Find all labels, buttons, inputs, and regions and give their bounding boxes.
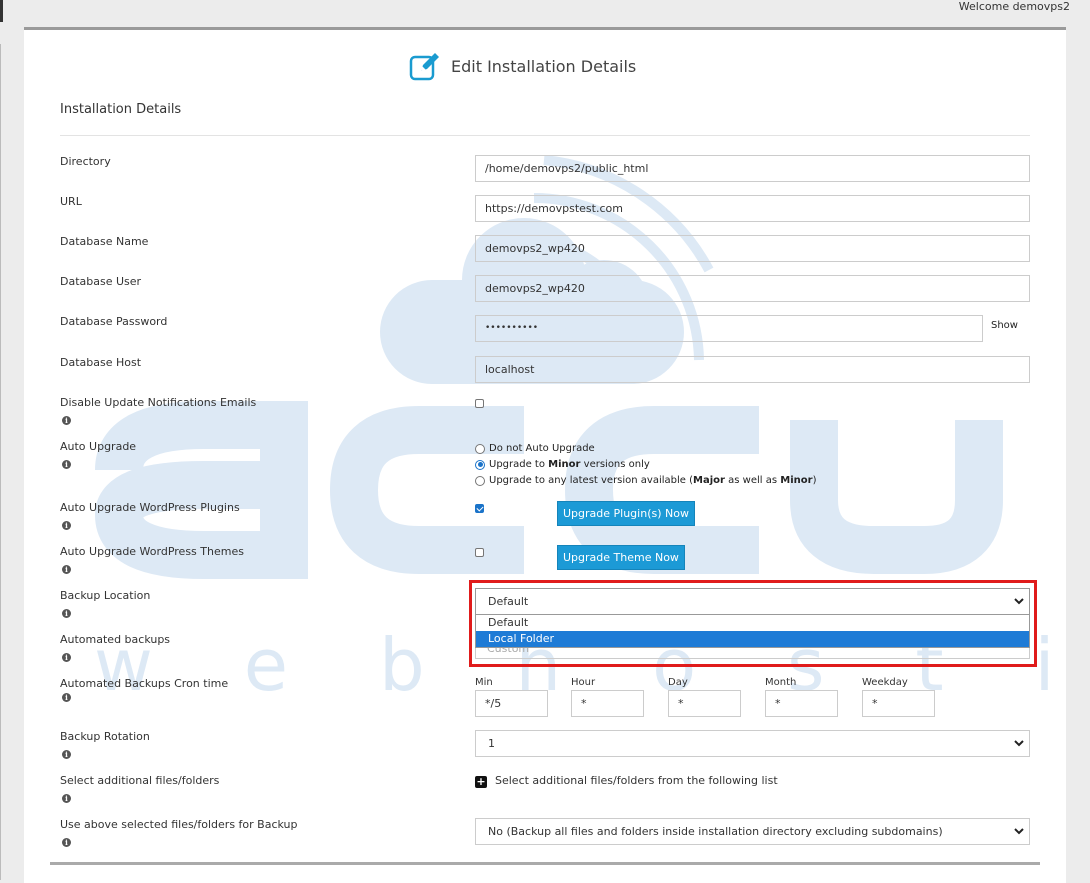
chevron-down-icon <box>1014 740 1024 747</box>
plus-square-icon[interactable]: + <box>475 776 487 788</box>
auto-upgrade-major-post: ) <box>812 475 817 486</box>
edit-installation-panel: w e b h o s t i n g Edit Installation De… <box>24 27 1066 883</box>
auto-upgrade-major-bold: Major <box>693 475 725 486</box>
welcome-text: Welcome demovps2 <box>958 0 1070 13</box>
section-divider <box>60 135 1030 136</box>
radio-button[interactable] <box>475 443 485 454</box>
cron-month-input[interactable]: * <box>765 690 838 717</box>
cron-label: Automated Backups Cron time <box>60 677 229 690</box>
backup-rotation-label: Backup Rotation <box>60 730 150 743</box>
auto-upgrade-minor-pre: Upgrade to <box>489 459 549 470</box>
auto-upgrade-option-none-label: Do not Auto Upgrade <box>489 443 595 454</box>
backup-rotation-select[interactable]: 1 <box>475 730 1030 757</box>
edit-icon <box>409 53 439 81</box>
cron-hour-input[interactable]: * <box>571 690 644 717</box>
auto-upgrade-themes-checkbox[interactable] <box>475 548 484 557</box>
db-host-label: Database Host <box>60 356 142 369</box>
use-selected-label: Use above selected files/folders for Bac… <box>60 818 298 831</box>
cron-day-input[interactable]: * <box>668 690 741 717</box>
auto-upgrade-plugins-checkbox[interactable] <box>475 504 484 513</box>
auto-upgrade-minor-bold-2: Minor <box>780 475 813 486</box>
db-user-input[interactable]: demovps2_wp420 <box>475 275 1030 302</box>
info-icon: i <box>62 693 71 702</box>
directory-label: Directory <box>60 155 111 168</box>
url-label: URL <box>60 195 82 208</box>
disable-notifications-checkbox[interactable] <box>475 399 484 408</box>
auto-upgrade-themes-label: Auto Upgrade WordPress Themes <box>60 545 244 558</box>
db-password-input[interactable]: •••••••••• <box>475 315 983 342</box>
backup-rotation-value: 1 <box>488 737 495 750</box>
auto-upgrade-option-minor[interactable]: Upgrade to Minor versions only <box>475 459 650 470</box>
db-password-label: Database Password <box>60 315 168 328</box>
url-input[interactable]: https://demovpstest.com <box>475 195 1030 222</box>
left-edge-bar <box>0 0 3 22</box>
info-icon: i <box>62 609 71 618</box>
section-title: Installation Details <box>60 102 182 117</box>
db-name-input[interactable]: demovps2_wp420 <box>475 235 1030 262</box>
info-icon: i <box>62 416 71 425</box>
additional-files-link[interactable]: Select additional files/folders from the… <box>495 774 778 787</box>
auto-upgrade-option-major[interactable]: Upgrade to any latest version available … <box>475 475 816 486</box>
auto-upgrade-option-none[interactable]: Do not Auto Upgrade <box>475 443 595 454</box>
disable-notifications-label: Disable Update Notifications Emails <box>60 396 257 409</box>
radio-button[interactable] <box>475 475 485 486</box>
cron-min-input[interactable]: */5 <box>475 690 548 717</box>
db-user-label: Database User <box>60 275 142 288</box>
info-icon: i <box>62 794 71 803</box>
auto-upgrade-major-mid: as well as <box>724 475 781 486</box>
use-selected-select[interactable]: No (Backup all files and folders inside … <box>475 818 1030 845</box>
page-title: Edit Installation Details <box>451 56 637 76</box>
auto-upgrade-minor-bold: Minor <box>548 459 581 470</box>
show-password-link[interactable]: Show <box>991 320 1018 331</box>
info-icon: i <box>62 565 71 574</box>
db-host-input[interactable]: localhost <box>475 356 1030 383</box>
bottom-divider <box>50 862 1040 865</box>
upgrade-plugins-button[interactable]: Upgrade Plugin(s) Now <box>557 501 695 526</box>
page-header: Edit Installation Details <box>409 50 636 82</box>
radio-button-selected[interactable] <box>475 459 485 470</box>
cron-weekday-input[interactable]: * <box>862 690 935 717</box>
info-icon: i <box>62 460 71 469</box>
directory-input[interactable]: /home/demovps2/public_html <box>475 155 1030 182</box>
info-icon: i <box>62 750 71 759</box>
auto-upgrade-minor-post: versions only <box>580 459 650 470</box>
cron-weekday-label: Weekday <box>862 677 908 688</box>
auto-upgrade-plugins-label: Auto Upgrade WordPress Plugins <box>60 501 240 514</box>
auto-upgrade-label: Auto Upgrade <box>60 440 137 453</box>
info-icon: i <box>62 653 71 662</box>
auto-upgrade-major-pre: Upgrade to any latest version available … <box>489 475 694 486</box>
highlight-box <box>469 580 1037 667</box>
db-name-label: Database Name <box>60 235 149 248</box>
cron-day-label: Day <box>668 677 688 688</box>
info-icon: i <box>62 521 71 530</box>
additional-files-label: Select additional files/folders <box>60 774 220 787</box>
automated-backups-label: Automated backups <box>60 633 171 646</box>
left-edge-line <box>0 44 1 880</box>
cron-hour-label: Hour <box>571 677 596 688</box>
use-selected-value: No (Backup all files and folders inside … <box>488 825 943 838</box>
cron-month-label: Month <box>765 677 797 688</box>
cron-min-label: Min <box>475 677 493 688</box>
chevron-down-icon <box>1014 828 1024 835</box>
info-icon: i <box>62 838 71 847</box>
backup-location-label: Backup Location <box>60 589 151 602</box>
upgrade-theme-button[interactable]: Upgrade Theme Now <box>557 545 685 570</box>
